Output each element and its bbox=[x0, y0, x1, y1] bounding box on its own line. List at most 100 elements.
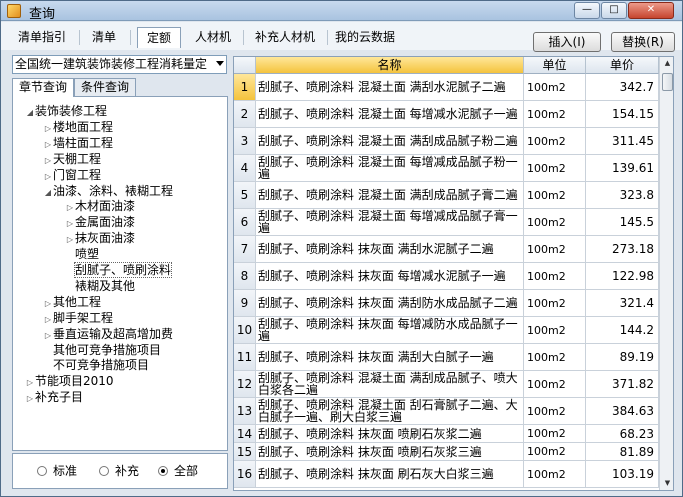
row-number-cell-text: 12 bbox=[236, 377, 253, 391]
table-row[interactable]: 10 刮腻子、喷刷涂料 抹灰面 每增减防水成品腻子一遍 100m2 144.2 bbox=[234, 317, 659, 344]
row-number-cell: 7 bbox=[234, 236, 256, 262]
tree-node[interactable]: ▷ 其他工程 bbox=[43, 294, 101, 310]
tree-node[interactable]: ▷ 金属面油漆 bbox=[65, 214, 135, 230]
table-row[interactable]: 6 刮腻子、喷刷涂料 混凝土面 每增减成品腻子膏一遍 100m2 145.5 bbox=[234, 209, 659, 236]
table-row[interactable]: 14 刮腻子、喷刷涂料 抹灰面 喷刷石灰浆二遍 100m2 68.23 bbox=[234, 425, 659, 443]
tab-my-cloud-data[interactable]: 我的云数据 bbox=[333, 27, 397, 48]
price-cell: 81.89 bbox=[586, 443, 659, 460]
tree-node[interactable]: ▷ 墙柱面工程 bbox=[43, 135, 113, 151]
unit-cell: 100m2 bbox=[524, 461, 586, 487]
price-cell-text: 321.4 bbox=[619, 296, 654, 310]
close-button[interactable]: ✕ bbox=[628, 2, 674, 19]
tab-labor-material[interactable]: 人材机 bbox=[189, 27, 237, 48]
table-row[interactable]: 8 刮腻子、喷刷涂料 抹灰面 每增减水泥腻子一遍 100m2 122.98 bbox=[234, 263, 659, 290]
price-cell-text: 371.82 bbox=[612, 377, 654, 391]
radio-supplementary[interactable]: 补充 bbox=[99, 463, 139, 479]
name-cell-text: 刮腻子、喷刷涂料 混凝土面 每增减成品腻子膏一遍 bbox=[258, 209, 518, 235]
column-header-name[interactable]: 名称 bbox=[256, 57, 524, 74]
tree-node[interactable]: ▷ 垂直运输及超高增加费 bbox=[43, 326, 173, 342]
price-cell: 145.5 bbox=[586, 209, 659, 235]
unit-cell-text: 100m2 bbox=[527, 350, 566, 364]
vertical-scrollbar[interactable]: ▲ ▼ bbox=[659, 57, 673, 490]
tab-list-guide[interactable]: 清单指引 bbox=[11, 27, 73, 48]
table-row[interactable]: 13 刮腻子、喷刷涂料 混凝土面 刮石膏腻子二遍、大白腻子一遍、刷大白浆三遍 100… bbox=[234, 398, 659, 425]
row-number-cell-text: 14 bbox=[236, 426, 253, 441]
tree-node-label: 其他工程 bbox=[53, 294, 102, 309]
scroll-up-icon[interactable]: ▲ bbox=[661, 57, 673, 70]
table-row[interactable]: 16 刮腻子、喷刷涂料 抹灰面 刷石灰大白浆三遍 100m2 103.19 bbox=[234, 461, 659, 488]
tree-expand-icon[interactable]: ▷ bbox=[25, 391, 35, 407]
name-cell: 刮腻子、喷刷涂料 抹灰面 满刮大白腻子一遍 bbox=[256, 344, 524, 370]
unit-cell-text: 100m2 bbox=[527, 467, 566, 481]
tree-node[interactable]: ◢ 装饰装修工程 bbox=[25, 103, 107, 119]
tree-node[interactable]: ▷ 天棚工程 bbox=[43, 151, 101, 167]
insert-button[interactable]: 插入(I) bbox=[533, 32, 601, 52]
table-row[interactable]: 15 刮腻子、喷刷涂料 抹灰面 喷刷石灰浆三遍 100m2 81.89 bbox=[234, 443, 659, 461]
tab-separator bbox=[243, 30, 244, 45]
tree-collapse-icon[interactable]: ◢ bbox=[25, 105, 35, 121]
row-number-cell-text: 6 bbox=[240, 215, 249, 229]
name-cell-text: 刮腻子、喷刷涂料 抹灰面 刷石灰大白浆三遍 bbox=[258, 467, 494, 481]
tree-node-label: 刮腻子、喷刷涂料 bbox=[73, 262, 173, 278]
name-cell: 刮腻子、喷刷涂料 混凝土面 每增减成品腻子膏一遍 bbox=[256, 209, 524, 235]
tree-node[interactable]: ▷ 木材面油漆 bbox=[65, 198, 135, 214]
minimize-button[interactable]: — bbox=[574, 2, 600, 19]
tree-node[interactable]: 喷塑 bbox=[65, 246, 99, 262]
tab-quota[interactable]: 定额 bbox=[137, 27, 181, 48]
row-number-cell-text: 10 bbox=[236, 323, 253, 337]
table-row[interactable]: 1 刮腻子、喷刷涂料 混凝土面 满刮水泥腻子二遍 100m2 342.7 bbox=[234, 74, 659, 101]
tree-node[interactable]: ◢ 油漆、涂料、裱糊工程 bbox=[43, 183, 173, 199]
table-row[interactable]: 4 刮腻子、喷刷涂料 混凝土面 每增减成品腻子粉一遍 100m2 139.61 bbox=[234, 155, 659, 182]
tree-node[interactable]: ▷ 抹灰面油漆 bbox=[65, 230, 135, 246]
tree-node[interactable]: ▷ 门窗工程 bbox=[43, 167, 101, 183]
tree-node[interactable]: 刮腻子、喷刷涂料 bbox=[65, 262, 173, 278]
scroll-thumb[interactable] bbox=[662, 73, 673, 91]
name-cell: 刮腻子、喷刷涂料 抹灰面 满刮防水成品腻子二遍 bbox=[256, 290, 524, 316]
name-cell: 刮腻子、喷刷涂料 混凝土面 满刮成品腻子、喷大白浆各二遍 bbox=[256, 371, 524, 397]
table-row[interactable]: 12 刮腻子、喷刷涂料 混凝土面 满刮成品腻子、喷大白浆各二遍 100m2 371.8… bbox=[234, 371, 659, 398]
tab-condition-query[interactable]: 条件查询 bbox=[74, 78, 136, 97]
tab-separator bbox=[79, 30, 80, 45]
app-icon bbox=[7, 4, 21, 18]
tree-node[interactable]: ▷ 节能项目2010 bbox=[25, 373, 114, 389]
quota-library-select[interactable]: 全国统一建筑装饰装修工程消耗量定 bbox=[12, 55, 227, 74]
tree-node-label: 楼地面工程 bbox=[53, 119, 114, 134]
scroll-down-icon[interactable]: ▼ bbox=[661, 477, 673, 490]
tree-node[interactable]: ▷ 楼地面工程 bbox=[43, 119, 113, 135]
column-header-unit[interactable]: 单位 bbox=[524, 57, 586, 74]
table-row[interactable]: 7 刮腻子、喷刷涂料 抹灰面 满刮水泥腻子二遍 100m2 273.18 bbox=[234, 236, 659, 263]
table-row[interactable]: 11 刮腻子、喷刷涂料 抹灰面 满刮大白腻子一遍 100m2 89.19 bbox=[234, 344, 659, 371]
tab-list[interactable]: 清单 bbox=[85, 27, 123, 48]
radio-standard[interactable]: 标准 bbox=[37, 463, 77, 479]
tree-collapse-icon[interactable]: ◢ bbox=[43, 185, 53, 201]
radio-all[interactable]: 全部 bbox=[158, 463, 198, 479]
table-row[interactable]: 3 刮腻子、喷刷涂料 混凝土面 满刮成品腻子粉二遍 100m2 311.45 bbox=[234, 128, 659, 155]
table-row[interactable]: 9 刮腻子、喷刷涂料 抹灰面 满刮防水成品腻子二遍 100m2 321.4 bbox=[234, 290, 659, 317]
radio-circle-icon bbox=[99, 466, 109, 476]
row-number-cell-text: 7 bbox=[240, 242, 249, 256]
name-cell-text: 刮腻子、喷刷涂料 混凝土面 满刮成品腻子膏二遍 bbox=[258, 188, 518, 202]
price-cell-text: 342.7 bbox=[619, 80, 654, 94]
tree-node[interactable]: 不可竞争措施项目 bbox=[43, 357, 149, 373]
unit-cell-text: 100m2 bbox=[527, 134, 566, 148]
column-header-price[interactable]: 单价 bbox=[586, 57, 659, 74]
unit-cell: 100m2 bbox=[524, 443, 586, 460]
tree-node[interactable]: ▷ 补充子目 bbox=[25, 389, 83, 405]
quota-table: 名称 单位 单价 1 刮腻子、喷刷涂料 混凝土面 满刮水泥腻子二遍 100m2 342… bbox=[233, 56, 674, 491]
tree-node-label: 喷塑 bbox=[75, 247, 100, 262]
tree-node[interactable]: 其他可竞争措施项目 bbox=[43, 342, 161, 358]
tab-chapter-query[interactable]: 章节查询 bbox=[12, 78, 74, 97]
row-number-cell: 8 bbox=[234, 263, 256, 289]
tree-node[interactable]: ▷ 脚手架工程 bbox=[43, 310, 113, 326]
dropdown-arrow-icon[interactable] bbox=[216, 61, 224, 66]
table-row[interactable]: 2 刮腻子、喷刷涂料 混凝土面 每增减水泥腻子一遍 100m2 154.15 bbox=[234, 101, 659, 128]
tree-node[interactable]: 裱糊及其他 bbox=[65, 278, 135, 294]
table-row[interactable]: 5 刮腻子、喷刷涂料 混凝土面 满刮成品腻子膏二遍 100m2 323.8 bbox=[234, 182, 659, 209]
price-cell-text: 139.61 bbox=[612, 161, 654, 175]
tab-supplementary-labor-material[interactable]: 补充人材机 bbox=[249, 27, 321, 48]
price-cell: 321.4 bbox=[586, 290, 659, 316]
replace-button[interactable]: 替换(R) bbox=[611, 32, 675, 52]
unit-cell: 100m2 bbox=[524, 101, 586, 127]
price-cell-text: 273.18 bbox=[612, 242, 654, 256]
maximize-button[interactable]: □ bbox=[601, 2, 627, 19]
